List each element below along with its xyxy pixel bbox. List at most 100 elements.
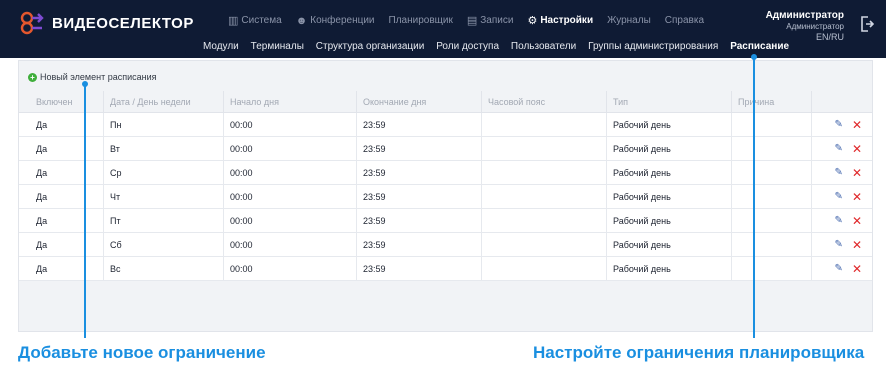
edit-icon[interactable]: ✎ — [835, 215, 843, 226]
edit-icon[interactable]: ✎ — [835, 239, 843, 250]
logo[interactable]: ВИДЕОСЕЛЕКТОР — [18, 9, 194, 37]
row-actions: ✎ ✕ — [812, 113, 872, 137]
edit-icon[interactable]: ✎ — [835, 263, 843, 274]
logout-icon[interactable] — [860, 16, 875, 32]
edit-icon[interactable]: ✎ — [835, 143, 843, 154]
col-type[interactable]: Тип — [607, 90, 732, 113]
cell-type: Рабочий день — [607, 112, 732, 137]
cell-reason — [732, 136, 812, 161]
people-icon: ☻ — [295, 14, 308, 27]
cell-day: Вт — [104, 136, 224, 161]
user-role: Администратор — [786, 22, 844, 31]
cell-start: 00:00 — [224, 136, 357, 161]
subnav-admin-groups[interactable]: Группы администрирования — [588, 41, 718, 52]
nav-system[interactable]: ▥ Система — [228, 14, 282, 27]
delete-icon[interactable]: ✕ — [852, 263, 862, 275]
subnav-access-roles[interactable]: Роли доступа — [436, 41, 499, 52]
bar-chart-icon: ▥ — [228, 15, 239, 27]
col-timezone[interactable]: Часовой пояс — [482, 90, 607, 113]
cell-reason — [732, 256, 812, 281]
callout-right-line — [753, 57, 755, 338]
cell-end: 23:59 — [357, 208, 482, 233]
edit-icon[interactable]: ✎ — [835, 191, 843, 202]
nav-scheduler[interactable]: Планировщик — [389, 14, 453, 27]
edit-icon[interactable]: ✎ — [835, 119, 843, 130]
row-actions: ✎ ✕ — [812, 257, 872, 281]
callout-right-caption: Настройте ограничения планировщика — [533, 343, 865, 362]
nav-records[interactable]: ▤ Записи — [467, 14, 514, 27]
schedule-panel: + Новый элемент расписания Включен Дата … — [18, 60, 873, 332]
col-date[interactable]: Дата / День недели — [104, 90, 224, 113]
table-row[interactable]: Да Вт 00:00 23:59 Рабочий день ✎ ✕ — [19, 136, 872, 161]
cell-start: 00:00 — [224, 256, 357, 281]
user-name: Администратор — [765, 10, 844, 21]
logo-icon — [20, 11, 44, 35]
gears-icon: ⚙ — [527, 15, 538, 27]
nav-conferences-label: Конференции — [310, 15, 375, 26]
nav-conferences[interactable]: ☻ Конференции — [296, 14, 375, 27]
cell-start: 00:00 — [224, 184, 357, 209]
subnav-org-structure[interactable]: Структура организации — [316, 41, 425, 52]
delete-icon[interactable]: ✕ — [852, 191, 862, 203]
col-start[interactable]: Начало дня — [224, 90, 357, 113]
table-row[interactable]: Да Ср 00:00 23:59 Рабочий день ✎ ✕ — [19, 160, 872, 185]
cell-end: 23:59 — [357, 232, 482, 257]
cell-enabled: Да — [19, 112, 104, 137]
cell-reason — [732, 232, 812, 257]
table-row[interactable]: Да Чт 00:00 23:59 Рабочий день ✎ ✕ — [19, 184, 872, 209]
nav-settings-label: Настройки — [540, 15, 594, 26]
col-reason[interactable]: Причина — [732, 90, 812, 113]
nav-records-label: Записи — [480, 15, 514, 26]
nav-help[interactable]: Справка — [665, 14, 704, 27]
cell-enabled: Да — [19, 208, 104, 233]
film-icon: ▤ — [466, 15, 478, 27]
cell-day: Ср — [104, 160, 224, 185]
logo-text: ВИДЕОСЕЛЕКТОР — [52, 14, 194, 32]
table-row[interactable]: Да Пт 00:00 23:59 Рабочий день ✎ ✕ — [19, 208, 872, 233]
cell-timezone — [482, 256, 607, 281]
cell-day: Вс — [104, 256, 224, 281]
col-enabled[interactable]: Включен — [19, 90, 104, 113]
delete-icon[interactable]: ✕ — [852, 167, 862, 179]
col-actions — [812, 91, 872, 113]
delete-icon[interactable]: ✕ — [852, 239, 862, 251]
nav-settings[interactable]: ⚙ Настройки — [527, 14, 593, 27]
nav-journals-label: Журналы — [607, 15, 651, 26]
subnav-users[interactable]: Пользователи — [511, 41, 576, 52]
col-end[interactable]: Окончание дня — [357, 90, 482, 113]
cell-enabled: Да — [19, 184, 104, 209]
table-row[interactable]: Да Сб 00:00 23:59 Рабочий день ✎ ✕ — [19, 232, 872, 257]
subnav-schedule[interactable]: Расписание — [730, 41, 789, 52]
edit-icon[interactable]: ✎ — [835, 167, 843, 178]
cell-enabled: Да — [19, 256, 104, 281]
cell-timezone — [482, 232, 607, 257]
table-row[interactable]: Да Вс 00:00 23:59 Рабочий день ✎ ✕ — [19, 256, 872, 281]
table-header: Включен Дата / День недели Начало дня Ок… — [19, 90, 872, 113]
cell-timezone — [482, 112, 607, 137]
cell-end: 23:59 — [357, 256, 482, 281]
cell-timezone — [482, 184, 607, 209]
subnav-modules[interactable]: Модули — [203, 41, 239, 52]
nav-journals[interactable]: Журналы — [607, 14, 651, 27]
cell-start: 00:00 — [224, 208, 357, 233]
cell-reason — [732, 208, 812, 233]
nav-help-label: Справка — [664, 15, 705, 26]
new-schedule-item-button[interactable]: + Новый элемент расписания — [28, 72, 157, 82]
schedule-table: Включен Дата / День недели Начало дня Ок… — [19, 90, 872, 281]
cell-timezone — [482, 136, 607, 161]
cell-start: 00:00 — [224, 232, 357, 257]
row-actions: ✎ ✕ — [812, 185, 872, 209]
row-actions: ✎ ✕ — [812, 161, 872, 185]
row-actions: ✎ ✕ — [812, 137, 872, 161]
delete-icon[interactable]: ✕ — [852, 215, 862, 227]
delete-icon[interactable]: ✕ — [852, 143, 862, 155]
new-schedule-item-label: Новый элемент расписания — [40, 72, 157, 82]
table-row[interactable]: Да Пн 00:00 23:59 Рабочий день ✎ ✕ — [19, 112, 872, 137]
cell-end: 23:59 — [357, 184, 482, 209]
cell-day: Пт — [104, 208, 224, 233]
delete-icon[interactable]: ✕ — [852, 119, 862, 131]
cell-reason — [732, 112, 812, 137]
subnav-terminals[interactable]: Терминалы — [251, 41, 304, 52]
cell-type: Рабочий день — [607, 136, 732, 161]
cell-day: Сб — [104, 232, 224, 257]
